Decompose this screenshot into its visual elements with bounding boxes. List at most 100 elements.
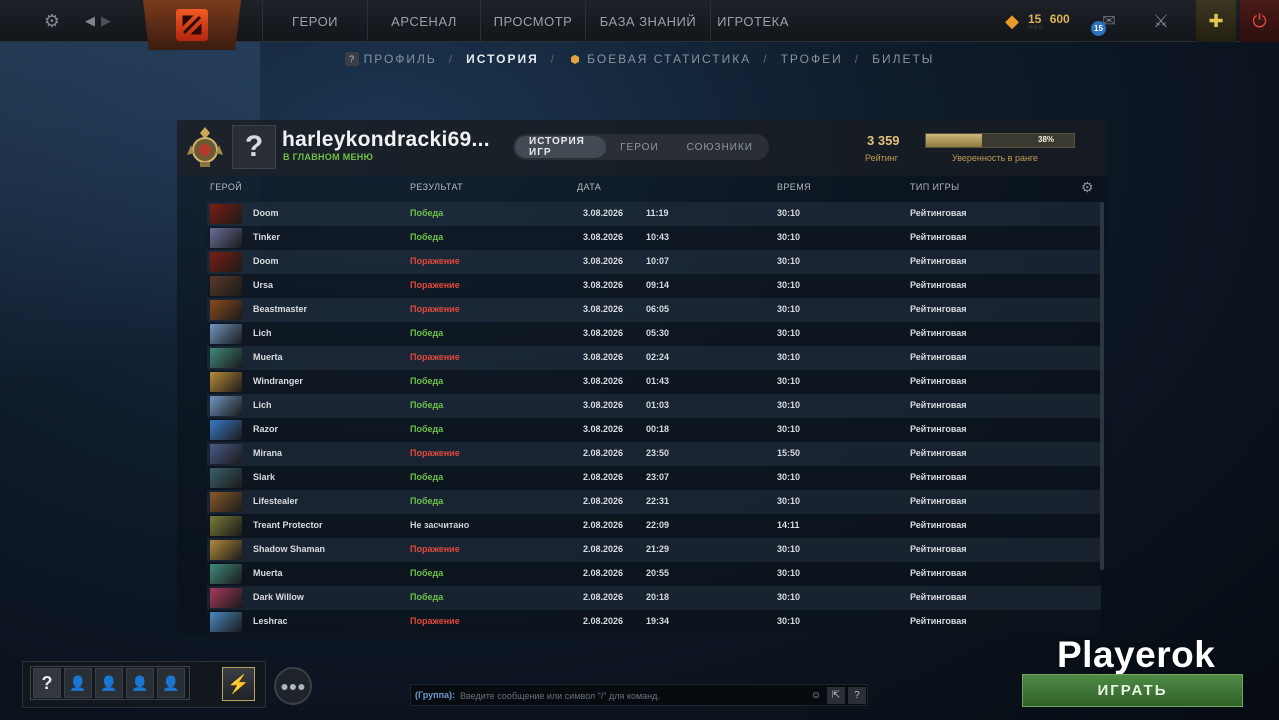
power-icon[interactable]: ⏻ <box>1240 0 1279 42</box>
nav-watch[interactable]: ПРОСМОТР <box>480 0 585 42</box>
tab-heroes[interactable]: ГЕРОИ <box>606 136 673 158</box>
nav-arsenal[interactable]: АРСЕНАЛ <box>367 0 480 42</box>
match-time: 05:30 <box>646 328 670 338</box>
match-history-panel: ? harleykondracki69... В ГЛАВНОМ МЕНЮ ИС… <box>177 120 1105 634</box>
table-settings-gear-icon[interactable]: ⚙ <box>1081 179 1094 196</box>
tab-match-history[interactable]: ИСТОРИЯ ИГР <box>515 136 607 158</box>
avatar[interactable]: ? <box>232 125 276 169</box>
hero-portrait-icon <box>210 396 242 416</box>
column-game-type[interactable]: ТИП ИГРЫ <box>910 182 959 192</box>
hero-portrait-icon <box>210 348 242 368</box>
shards-currency-icon: ◆ <box>1005 10 1019 31</box>
match-row[interactable]: Beastmaster Поражение 3.08.2026 06:05 30:10 Р… <box>207 298 1101 322</box>
settings-gear-icon[interactable]: ⚙ <box>40 9 64 33</box>
match-row[interactable]: Doom Победа 3.08.2026 11:19 30:10 Рейтинговая <box>207 202 1101 226</box>
chat-channel-label[interactable]: (Группа): <box>415 690 455 700</box>
nav-knowledge-base[interactable]: БАЗА ЗНАНИЙ <box>585 0 710 42</box>
friends-icon[interactable]: ●●● <box>274 667 312 705</box>
rating-label: Рейтинг <box>865 153 899 163</box>
match-row[interactable]: Lich Победа 3.08.2026 01:03 30:10 Рейтинговая <box>207 394 1101 418</box>
match-row[interactable]: Doom Поражение 3.08.2026 10:07 30:10 Рейтинго… <box>207 250 1101 274</box>
tab-allies[interactable]: СОЮЗНИКИ <box>673 136 767 158</box>
hero-name: Doom <box>253 208 279 218</box>
match-date: 2.08.2026 <box>583 592 624 602</box>
hero-name: Lich <box>253 328 272 338</box>
match-row[interactable]: Shadow Shaman Поражение 2.08.2026 21:29 30:1… <box>207 538 1101 562</box>
match-date: 2.08.2026 <box>583 496 624 506</box>
party-slot-empty-icon[interactable]: 👤 <box>95 668 123 698</box>
party-slot-self[interactable]: ? <box>33 668 61 698</box>
party-slot-empty-icon[interactable]: 👤 <box>157 668 185 698</box>
match-row[interactable]: Muerta Поражение 3.08.2026 02:24 30:10 Рейтин… <box>207 346 1101 370</box>
match-duration: 30:10 <box>777 376 801 386</box>
match-date: 2.08.2026 <box>583 472 624 482</box>
match-time: 20:55 <box>646 568 670 578</box>
match-list: Doom Победа 3.08.2026 11:19 30:10 Рейтинговая… <box>207 202 1101 634</box>
match-result: Победа <box>410 496 444 506</box>
match-row[interactable]: Tinker Победа 3.08.2026 10:43 30:10 Рейтингов… <box>207 226 1101 250</box>
hero-portrait-icon <box>210 276 242 296</box>
chat-help-button[interactable]: ? <box>848 687 866 704</box>
match-time: 22:31 <box>646 496 670 506</box>
match-time: 11:19 <box>646 208 669 218</box>
match-time: 21:29 <box>646 544 670 554</box>
dota-logo-tab[interactable] <box>143 0 241 50</box>
armory-icon[interactable]: ⚔ <box>1149 9 1173 33</box>
hero-name: Muerta <box>253 568 283 578</box>
chat-input[interactable] <box>460 688 800 703</box>
match-type: Рейтинговая <box>910 424 967 434</box>
subnav-history[interactable]: ИСТОРИЯ <box>466 52 539 66</box>
match-row[interactable]: Slark Победа 2.08.2026 23:07 30:10 Рейтингова… <box>207 466 1101 490</box>
rank-badge-icon[interactable]: ⚡ <box>222 667 255 701</box>
match-row[interactable]: Leshrac Поражение 2.08.2026 19:34 30:10 Рейти… <box>207 610 1101 634</box>
column-hero[interactable]: ГЕРОЙ <box>210 182 242 192</box>
match-duration: 30:10 <box>777 328 801 338</box>
match-duration: 30:10 <box>777 256 801 266</box>
match-row[interactable]: Muerta Победа 2.08.2026 20:55 30:10 Рейтингов… <box>207 562 1101 586</box>
chat-share-icon[interactable]: ⇱ <box>827 687 845 704</box>
match-type: Рейтинговая <box>910 208 967 218</box>
party-panel: ? 👤 👤 👤 👤 ⚡ <box>22 661 266 708</box>
subnav-battle-stats[interactable]: БОЕВАЯ СТАТИСТИКА <box>587 52 751 66</box>
help-icon: ? <box>344 52 359 66</box>
match-row[interactable]: Lifestealer Победа 2.08.2026 22:31 30:10 Рейт… <box>207 490 1101 514</box>
match-result: Победа <box>410 208 444 218</box>
hero-name: Doom <box>253 256 279 266</box>
emoji-icon[interactable]: ☺ <box>807 687 825 704</box>
match-row[interactable]: Treant Protector Не засчитано 2.08.2026 22:… <box>207 514 1101 538</box>
match-row[interactable]: Razor Победа 3.08.2026 00:18 30:10 Рейтингова… <box>207 418 1101 442</box>
match-type: Рейтинговая <box>910 400 967 410</box>
hero-portrait-icon <box>210 540 242 560</box>
match-row[interactable]: Windranger Победа 3.08.2026 01:43 30:10 Рейти… <box>207 370 1101 394</box>
subnav-trophies[interactable]: ТРОФЕИ <box>781 52 843 66</box>
subnav-profile[interactable]: ПРОФИЛЬ <box>364 52 437 66</box>
subnav-tickets[interactable]: БИЛЕТЫ <box>872 52 934 66</box>
column-duration[interactable]: ВРЕМЯ <box>777 182 811 192</box>
column-result[interactable]: РЕЗУЛЬТАТ <box>410 182 463 192</box>
match-type: Рейтинговая <box>910 280 967 290</box>
battle-stats-hex-icon: ⬢ <box>570 53 580 66</box>
match-row[interactable]: Dark Willow Победа 2.08.2026 20:18 30:10 Рейт… <box>207 586 1101 610</box>
match-row[interactable]: Lich Победа 3.08.2026 05:30 30:10 Рейтинговая <box>207 322 1101 346</box>
match-result: Победа <box>410 592 444 602</box>
match-time: 09:14 <box>646 280 670 290</box>
play-button[interactable]: ИГРАТЬ <box>1022 674 1243 707</box>
match-date: 3.08.2026 <box>583 328 624 338</box>
plus-icon[interactable]: ✚ <box>1196 0 1236 42</box>
forward-arrow-icon[interactable]: ▶ <box>94 9 118 33</box>
currency-dots: ○○○ <box>1028 24 1044 31</box>
rank-confidence-bar: 38% <box>925 133 1075 148</box>
hero-portrait-icon <box>210 204 242 224</box>
match-duration: 14:11 <box>777 520 800 530</box>
hero-portrait-icon <box>210 492 242 512</box>
nav-arcade[interactable]: ИГРОТЕКА <box>710 0 795 42</box>
nav-heroes[interactable]: ГЕРОИ <box>262 0 367 42</box>
match-list-scrollbar[interactable] <box>1100 202 1104 570</box>
column-date[interactable]: ДАТА <box>577 182 601 192</box>
match-row[interactable]: Mirana Поражение 2.08.2026 23:50 15:50 Рейтин… <box>207 442 1101 466</box>
party-slot-empty-icon[interactable]: 👤 <box>64 668 92 698</box>
match-result: Поражение <box>410 448 460 458</box>
match-date: 2.08.2026 <box>583 448 624 458</box>
party-slot-empty-icon[interactable]: 👤 <box>126 668 154 698</box>
match-row[interactable]: Ursa Поражение 3.08.2026 09:14 30:10 Рейтинго… <box>207 274 1101 298</box>
